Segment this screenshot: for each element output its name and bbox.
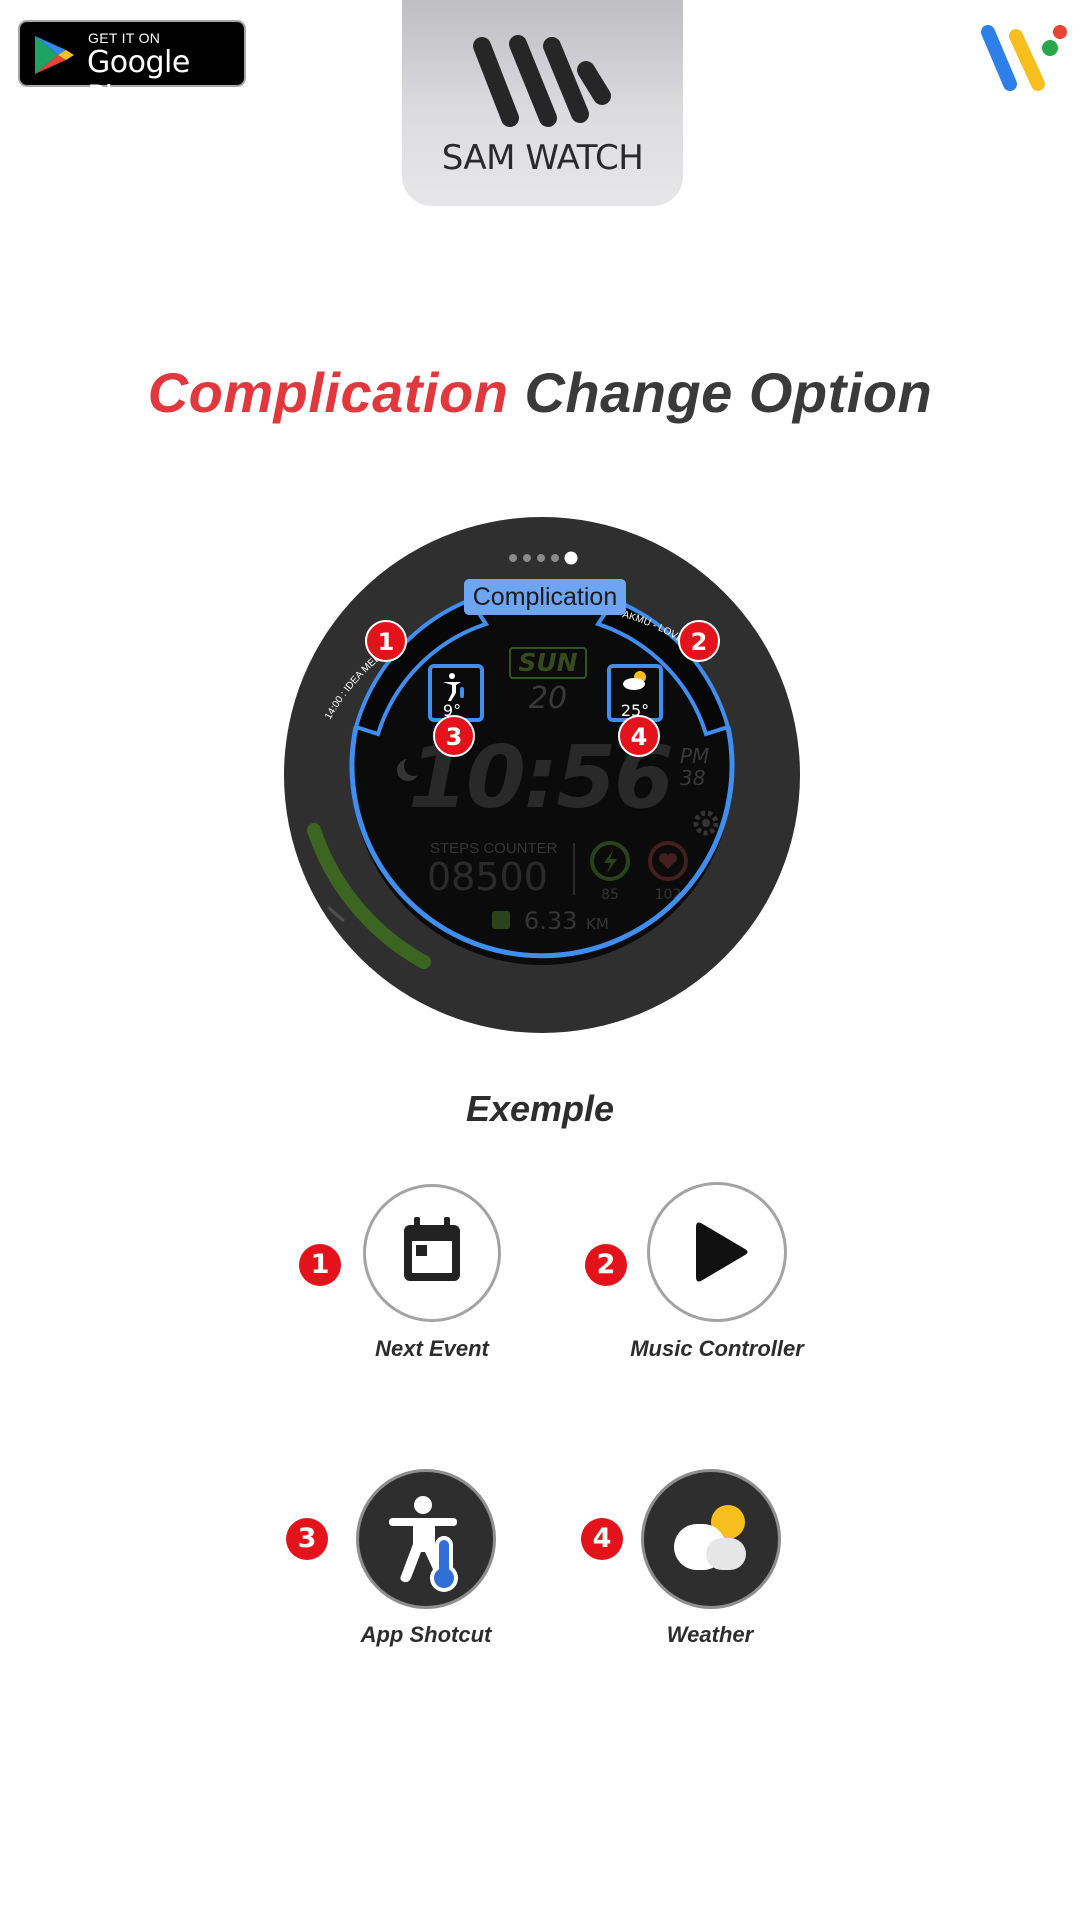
complication-banner-label: Complication xyxy=(473,583,618,611)
google-play-icon xyxy=(35,36,74,74)
example-1-label: Next Event xyxy=(375,1336,489,1361)
example-1-number: 1 xyxy=(299,1244,341,1286)
title-accent: Complication xyxy=(147,361,509,424)
example-weather xyxy=(641,1469,781,1609)
example-music-controller xyxy=(647,1182,787,1322)
example-4-label: Weather xyxy=(666,1622,754,1647)
accessibility-thermometer-icon xyxy=(389,1496,458,1592)
page-title: Complication Change Option xyxy=(0,360,1080,425)
examples-heading: Exemple xyxy=(465,1088,615,1129)
battery-value: 85 xyxy=(601,887,619,903)
example-2-number: 2 xyxy=(585,1244,627,1286)
marker-1-label: 1 xyxy=(378,628,395,656)
brand-name: SAM WATCH xyxy=(441,138,644,178)
watch-preview: SUN 20 10:56 PM 38 STEPS COUNTER 08500 8… xyxy=(284,517,800,1033)
distance-unit: KM xyxy=(586,915,609,933)
play-icon xyxy=(696,1222,748,1282)
distance-icon xyxy=(492,911,510,929)
example-2-label: Music Controller xyxy=(630,1336,804,1361)
example-3-label: App Shotcut xyxy=(360,1622,492,1647)
complication-slot-4[interactable]: 25° xyxy=(607,664,663,722)
marker-2-label: 2 xyxy=(691,628,708,656)
example-4-number: 4 xyxy=(581,1518,623,1560)
watch-date: 20 xyxy=(529,681,567,716)
example-3-number: 3 xyxy=(286,1518,328,1560)
marker-3-label: 3 xyxy=(446,723,463,751)
wear-os-logo-icon xyxy=(981,25,1067,91)
complication-slot-3[interactable]: 9° xyxy=(428,664,484,722)
distance-value: 6.33 xyxy=(524,907,577,935)
example-next-event xyxy=(363,1184,501,1322)
google-play-badge[interactable]: GET IT ON Google Play xyxy=(18,20,246,115)
partly-cloudy-icon xyxy=(674,1505,746,1570)
brand-logo-icon xyxy=(473,35,611,127)
marker-4-label: 4 xyxy=(631,723,648,751)
watch-ampm: PM xyxy=(680,744,709,768)
steps-value: 08500 xyxy=(427,855,548,899)
example-app-shortcut xyxy=(356,1469,496,1609)
store-badge-line1: GET IT ON xyxy=(88,30,161,46)
title-rest: Change Option xyxy=(508,361,933,424)
watch-day: SUN xyxy=(518,648,577,677)
store-badge-line2: Google Play xyxy=(87,45,190,115)
calendar-icon xyxy=(404,1217,460,1281)
brand-header: SAM WATCH xyxy=(402,0,683,206)
watch-seconds: 38 xyxy=(680,766,705,790)
